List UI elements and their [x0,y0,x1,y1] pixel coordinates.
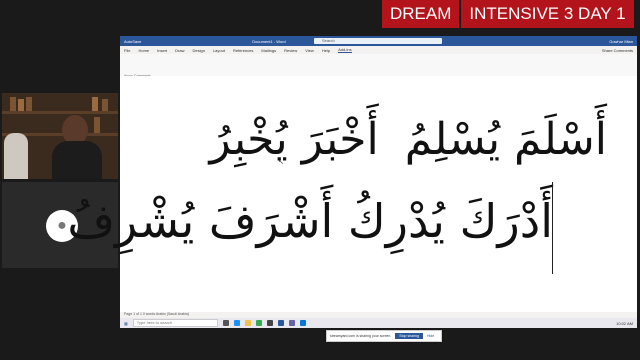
edge-icon[interactable] [233,320,240,326]
tab-references[interactable]: References [233,48,253,53]
course-banner: DREAM INTENSIVE 3 DAY 1 [382,0,634,28]
tab-review[interactable]: Review [284,48,297,53]
text-cursor [552,182,553,274]
user-name[interactable]: Gowhar Mian [609,39,633,44]
windows-taskbar: ▦ Type here to search 10:02 AM [120,318,637,328]
teacher-camera [2,93,118,179]
document-page[interactable]: أَسْلَمَ يُسْلِمُ أَخْبَرَ يُخْبِرُ أَدْر… [67,76,637,342]
tab-add-ins[interactable]: Add-ins [338,47,352,53]
tab-design[interactable]: Design [192,48,204,53]
ribbon [120,54,637,77]
verb-aslama: أَسْلَمَ يُسْلِمُ [404,114,607,165]
search-input[interactable]: Search [314,38,442,44]
word-window: AutoSave Document1 - Word Search Gowhar … [67,36,637,342]
windows-start-icon[interactable]: ▦ [124,321,128,326]
tab-draw[interactable]: Draw [175,48,184,53]
ribbon-tabs: File Home Insert Draw Design Layout Refe… [120,46,637,54]
word-icon[interactable] [277,320,284,326]
task-view-icon[interactable] [222,320,229,326]
mouse-pointer-icon: ↖ [278,159,284,166]
tab-help[interactable]: Help [322,48,330,53]
banner-dream: DREAM [382,0,460,28]
arabic-line-2: أَدْرَكَ يُدْرِكُ أَشْرَفَ يُشْرِفُ [67,194,553,248]
word-titlebar: AutoSave Document1 - Word Search Gowhar … [120,36,637,46]
tab-home[interactable]: Home [138,48,149,53]
teacher-body [52,141,102,179]
document-title: Document1 - Word [252,38,286,44]
tab-view[interactable]: View [305,48,314,53]
folder-icon[interactable] [244,320,251,326]
chrome-icon[interactable] [255,320,262,326]
banner-title: INTENSIVE 3 DAY 1 [461,0,634,28]
hide-button[interactable]: Hide [427,334,434,338]
tab-insert[interactable]: Insert [157,48,167,53]
teams-icon[interactable] [288,320,295,326]
share-notice-text: streamyard.com is sharing your screen. [330,334,392,338]
share-button[interactable]: Share Comments [602,48,633,53]
autosave-label[interactable]: AutoSave [124,39,224,44]
stop-sharing-button[interactable]: Stop sharing [395,333,423,339]
screen-share-notification: streamyard.com is sharing your screen. S… [326,330,442,342]
student-figure [4,133,28,179]
taskbar-clock: 10:02 AM [616,320,633,326]
taskbar-search-input[interactable]: Type here to search [132,319,218,327]
verb-akhbara: أَخْبَرَ يُخْبِرُ [209,114,379,165]
tab-mailings[interactable]: Mailings [261,48,276,53]
tab-file[interactable]: File [124,48,130,53]
store-icon[interactable] [266,320,273,326]
arabic-line-1: أَسْلَمَ يُسْلِمُ أَخْبَرَ يُخْبِرُ [210,114,607,165]
mail-icon[interactable] [299,320,306,326]
tab-layout[interactable]: Layout [213,48,225,53]
